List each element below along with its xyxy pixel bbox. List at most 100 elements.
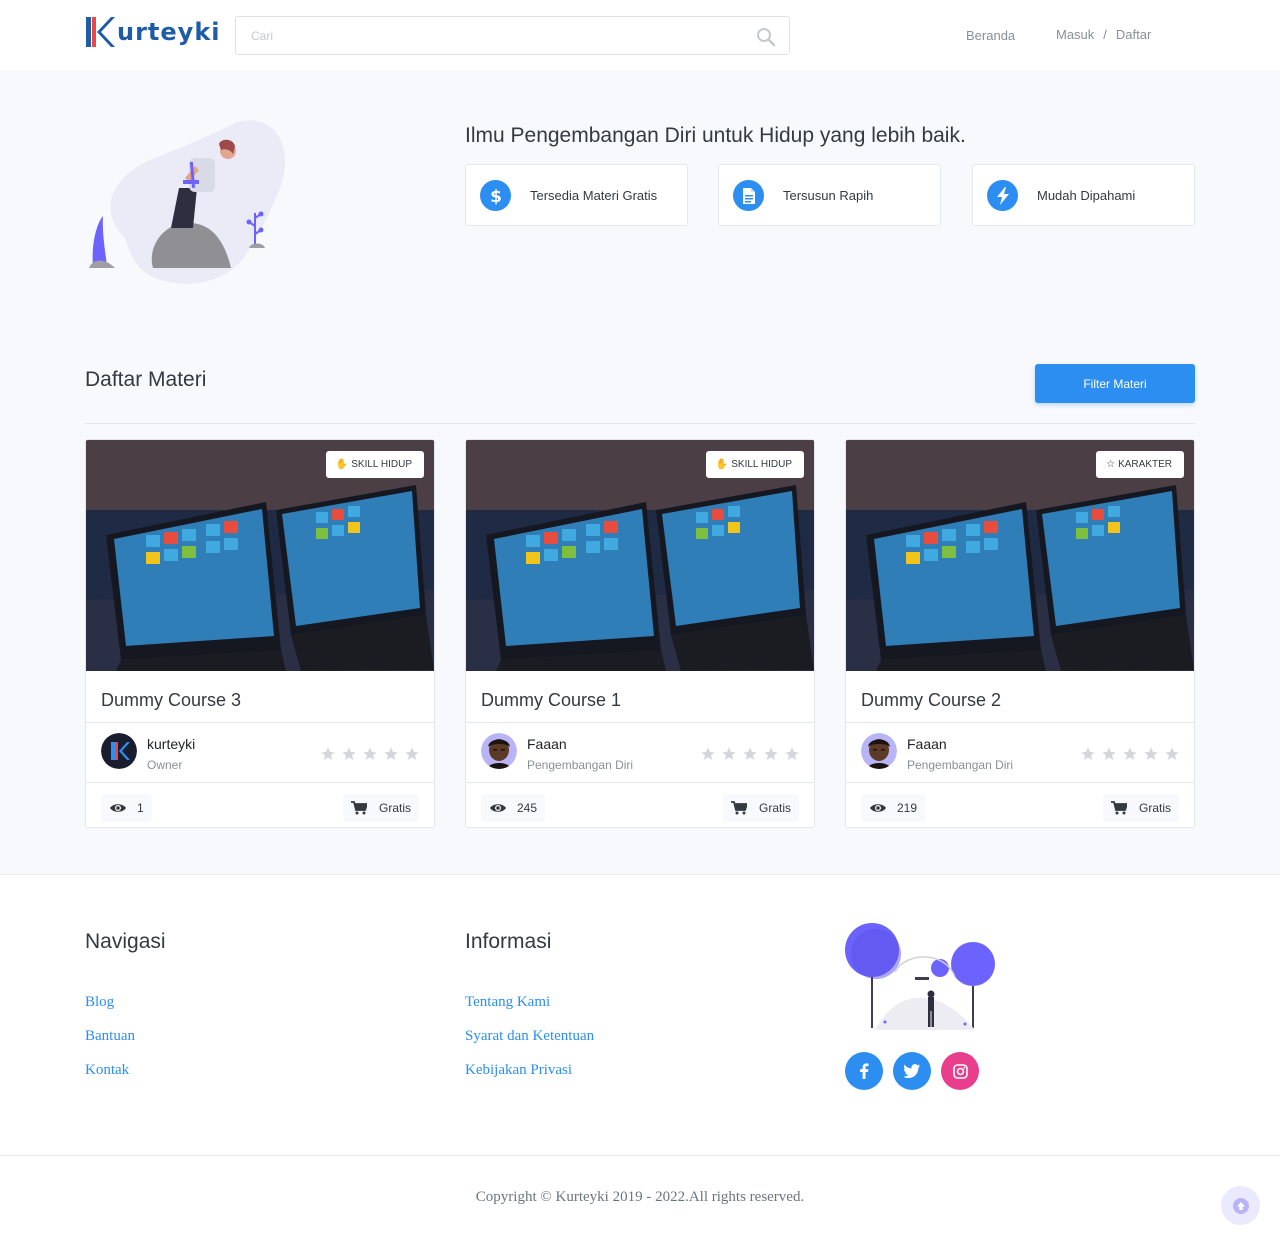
course-card[interactable]: ✋ SKILL HIDUP Dummy Course 1 Faaan Pengem… [465, 439, 815, 828]
star-icon [384, 747, 398, 760]
author-role: Pengembangan Diri [907, 758, 1014, 772]
course-card[interactable]: ✋ SKILL HIDUP Dummy Course 3 kurteyki Own… [85, 439, 435, 828]
price-value: Gratis [758, 801, 791, 815]
course-title[interactable]: Dummy Course 2 [861, 690, 1001, 711]
feature-card-organized: Tersusun Rapih [718, 164, 941, 226]
rating-stars [1080, 746, 1180, 762]
star-icon [405, 747, 419, 760]
nav-auth: Masuk / Daftar [1056, 27, 1151, 42]
logo-k-icon [86, 17, 115, 47]
page: urteyki Beranda Masuk / Daftar [0, 0, 1280, 1240]
views-count: 219 [861, 794, 926, 822]
nav-login-link[interactable]: Masuk [1056, 27, 1094, 42]
footer-link-terms[interactable]: Syarat dan Ketentuan [465, 1028, 594, 1045]
views-value: 245 [517, 801, 538, 815]
author-role: Owner [147, 758, 183, 772]
author-role: Pengembangan Diri [527, 758, 634, 772]
feature-card-easy: Mudah Dipahami [972, 164, 1195, 226]
eye-icon [490, 804, 506, 812]
card-divider [846, 722, 1194, 723]
feature-label: Tersedia Materi Gratis [530, 188, 658, 203]
footer-link-contact[interactable]: Kontak [85, 1062, 129, 1079]
hero-title: Ilmu Pengembangan Diri untuk Hidup yang … [465, 124, 966, 147]
avatar[interactable] [481, 733, 517, 769]
rating-stars [320, 746, 420, 762]
back-to-top-button[interactable] [1221, 1186, 1260, 1225]
filter-materials-button[interactable]: Filter Materi [1035, 364, 1195, 403]
cart-icon [1110, 801, 1127, 815]
facebook-icon[interactable] [845, 1052, 883, 1090]
course-title[interactable]: Dummy Course 1 [481, 690, 621, 711]
search-box [235, 16, 790, 55]
avatar[interactable] [101, 733, 137, 769]
hero-illustration [89, 120, 285, 284]
logo[interactable]: urteyki [85, 14, 221, 50]
svg-text:$: $ [490, 187, 502, 205]
twitter-icon[interactable] [893, 1052, 931, 1090]
card-divider [466, 782, 814, 783]
price-tag: Gratis [1102, 794, 1179, 822]
hand-icon: ✋ [715, 459, 729, 470]
category-badge-label: SKILL HIDUP [731, 459, 792, 470]
search-input[interactable] [236, 17, 789, 54]
star-icon [1165, 747, 1179, 760]
course-title[interactable]: Dummy Course 3 [101, 690, 241, 711]
courses-section-title: Daftar Materi [85, 368, 207, 391]
author-name[interactable]: Faaan [527, 736, 567, 752]
star-icon [722, 747, 736, 760]
footer-illustration [845, 923, 995, 1030]
star-icon [1123, 747, 1137, 760]
star-icon [764, 747, 778, 760]
avatar[interactable] [861, 733, 897, 769]
author-name[interactable]: kurteyki [147, 736, 195, 752]
price-tag: Gratis [722, 794, 799, 822]
header: urteyki Beranda Masuk / Daftar [0, 0, 1280, 70]
footer-link-about[interactable]: Tentang Kami [465, 994, 550, 1011]
arrow-up-icon [1232, 1197, 1249, 1214]
eye-icon [110, 804, 126, 812]
star-icon [701, 747, 715, 760]
nav-register-link[interactable]: Daftar [1116, 27, 1151, 42]
cart-icon [350, 801, 367, 815]
instagram-icon[interactable] [941, 1052, 979, 1090]
nav-separator: / [1103, 27, 1107, 42]
category-badge[interactable]: ✋ SKILL HIDUP [325, 451, 424, 478]
category-badge-label: KARAKTER [1118, 459, 1172, 470]
category-badge-label: SKILL HIDUP [351, 459, 412, 470]
star-icon [785, 747, 799, 760]
views-count: 245 [481, 794, 546, 822]
price-tag: Gratis [342, 794, 419, 822]
category-badge[interactable]: ☆ KARAKTER [1096, 451, 1184, 478]
copyright-text: Copyright © Kurteyki 2019 - 2022.All rig… [475, 1189, 805, 1205]
footer-bottom-divider [0, 1155, 1280, 1156]
star-icon [321, 747, 335, 760]
nav-home-link[interactable]: Beranda [966, 28, 1015, 43]
footer-link-privacy[interactable]: Kebijakan Privasi [465, 1062, 572, 1079]
search-icon[interactable] [756, 27, 776, 47]
footer-link-blog[interactable]: Blog [85, 994, 114, 1011]
star-icon [1081, 747, 1095, 760]
footer-link-help[interactable]: Bantuan [85, 1028, 135, 1045]
bolt-icon [987, 180, 1018, 211]
card-divider [466, 722, 814, 723]
section-divider [85, 423, 1195, 424]
star-icon [1102, 747, 1116, 760]
rating-stars [700, 746, 800, 762]
footer-info-title: Informasi [465, 930, 552, 953]
category-badge[interactable]: ✋ SKILL HIDUP [705, 451, 804, 478]
feature-label: Tersusun Rapih [783, 188, 874, 203]
author-name[interactable]: Faaan [907, 736, 947, 752]
eye-icon [870, 804, 886, 812]
feature-label: Mudah Dipahami [1037, 188, 1136, 203]
star-icon [363, 747, 377, 760]
star-icon [342, 747, 356, 760]
logo-text: urteyki [117, 18, 221, 46]
course-card[interactable]: ☆ KARAKTER Dummy Course 2 Faaan Pengemban… [845, 439, 1195, 828]
star-icon [743, 747, 757, 760]
feature-card-free: $ Tersedia Materi Gratis [465, 164, 688, 226]
hand-icon: ✋ [335, 459, 349, 470]
views-value: 1 [137, 801, 144, 815]
card-divider [86, 722, 434, 723]
card-divider [86, 782, 434, 783]
card-divider [846, 782, 1194, 783]
